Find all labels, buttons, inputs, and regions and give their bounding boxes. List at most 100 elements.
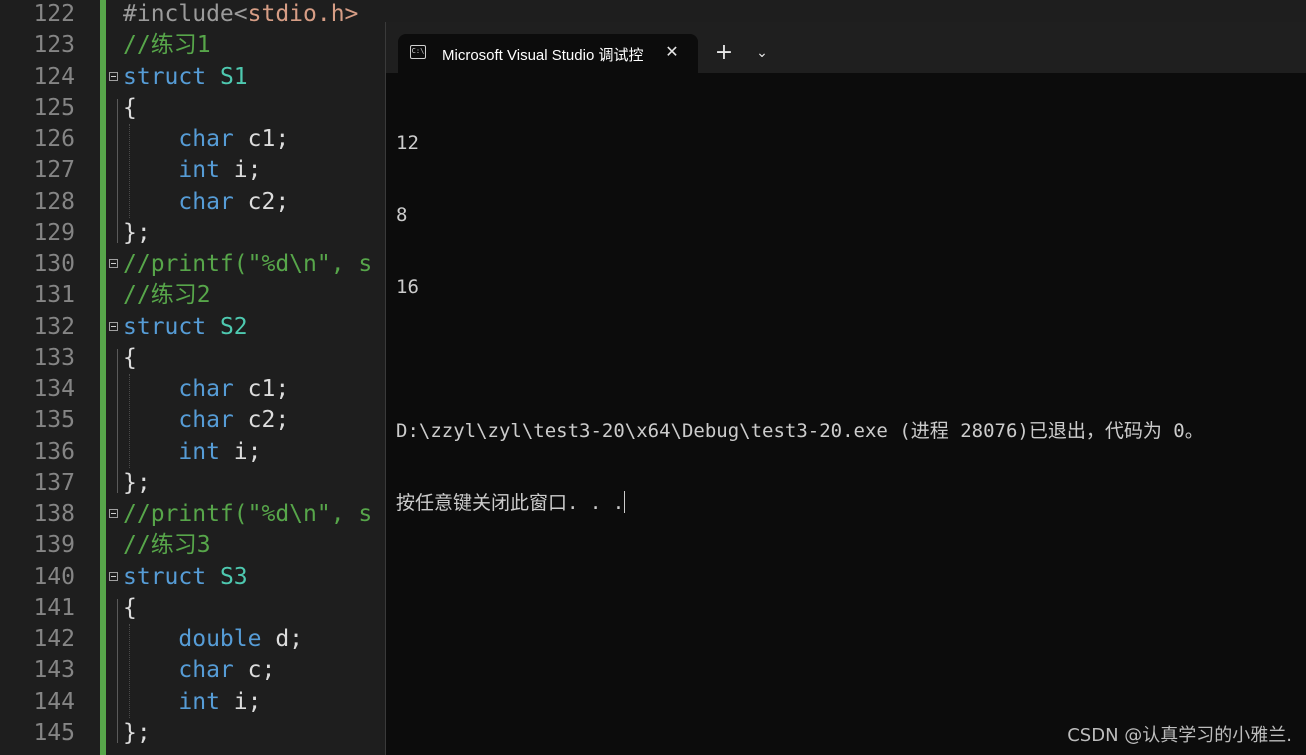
code-line[interactable]: 136 int i; — [0, 437, 400, 468]
code-line[interactable]: 123 //练习1 — [0, 30, 400, 61]
code-token: }; — [123, 219, 151, 246]
code-line[interactable]: 143 char c; — [0, 655, 400, 686]
console-output[interactable]: 12 8 16 D:\zzyl\zyl\test3-20\x64\Debug\t… — [396, 83, 1296, 563]
console-line: 8 — [396, 204, 408, 226]
terminal-tab[interactable]: C:\ Microsoft Visual Studio 调试控 ✕ — [398, 34, 698, 73]
code-line[interactable]: 140 struct S3 — [0, 562, 400, 593]
line-number: 131 — [33, 282, 75, 309]
line-number: 129 — [33, 219, 75, 246]
collapse-icon[interactable] — [109, 259, 118, 268]
code-line[interactable]: 135 char c2; — [0, 405, 400, 436]
tab-title: Microsoft Visual Studio 调试控 — [442, 47, 644, 64]
code-token: c2; — [233, 407, 290, 434]
code-line[interactable]: 129}; — [0, 218, 400, 249]
new-tab-button[interactable]: + — [712, 41, 736, 65]
code-text: char c1; — [123, 124, 289, 155]
code-line[interactable]: 138 //printf("%d\n", s — [0, 499, 400, 530]
code-token: //练习1 — [123, 32, 211, 59]
code-text: { — [123, 93, 137, 124]
code-token: char — [178, 657, 234, 684]
console-line: 16 — [396, 276, 419, 298]
code-text: char c2; — [123, 405, 289, 436]
console-prompt-line: 按任意键关闭此窗口. . . — [396, 491, 1296, 515]
code-line[interactable]: 131 //练习2 — [0, 280, 400, 311]
line-number: 141 — [33, 594, 75, 621]
code-line[interactable]: 127 int i; — [0, 155, 400, 186]
console-icon: C:\ — [410, 45, 426, 59]
code-text: char c2; — [123, 187, 289, 218]
line-number: 133 — [33, 344, 75, 371]
code-token: #include< — [123, 1, 248, 27]
collapse-icon[interactable] — [109, 509, 118, 518]
line-number: 140 — [33, 563, 75, 590]
close-icon[interactable]: ✕ — [662, 42, 682, 62]
indent-guide — [129, 124, 130, 218]
code-line[interactable]: 134 char c1; — [0, 374, 400, 405]
code-text: //printf("%d\n", s — [123, 499, 372, 530]
code-token: d; — [261, 626, 304, 652]
code-line[interactable]: 122 #include<stdio.h> — [0, 0, 400, 30]
collapse-icon[interactable] — [109, 571, 118, 581]
code-token: char — [178, 126, 234, 152]
code-token: c1; — [233, 126, 290, 152]
code-line[interactable]: 126 char c1; — [0, 124, 400, 155]
code-token: int — [178, 688, 220, 715]
line-number: 132 — [33, 313, 75, 340]
code-token: i; — [219, 688, 262, 715]
code-text: { — [123, 343, 137, 374]
collapse-icon[interactable] — [109, 71, 118, 81]
code-line[interactable]: 124 struct S1 — [0, 62, 400, 93]
indent-guide — [129, 624, 130, 718]
code-token: //printf("%d\n", s — [123, 501, 373, 527]
indent-guide — [129, 374, 130, 468]
code-token: //练习2 — [123, 282, 211, 309]
text-cursor — [624, 491, 626, 513]
code-text: char c; — [123, 655, 275, 686]
code-token: }; — [123, 469, 151, 496]
code-line[interactable]: 141 { — [0, 593, 400, 624]
code-token: S1 — [219, 63, 248, 90]
block-guide — [117, 348, 118, 493]
code-line[interactable]: 133 { — [0, 343, 400, 374]
code-line[interactable]: 132 struct S2 — [0, 312, 400, 343]
watermark: CSDN @认真学习的小雅兰. — [1067, 725, 1292, 746]
code-token: c2; — [233, 188, 290, 215]
line-number: 130 — [33, 251, 75, 277]
code-text: int i; — [123, 437, 261, 468]
code-line[interactable]: 128 char c2; — [0, 187, 400, 218]
console-line: 12 — [396, 132, 419, 154]
code-token: struct — [123, 563, 220, 590]
collapse-icon[interactable] — [109, 321, 118, 331]
code-token: char — [178, 188, 234, 215]
line-number: 122 — [33, 1, 75, 27]
code-token: i; — [219, 438, 262, 465]
code-line[interactable]: 139 //练习3 — [0, 530, 400, 561]
line-number: 144 — [33, 688, 75, 715]
code-line[interactable]: 125 { — [0, 93, 400, 124]
debug-console-window[interactable]: C:\ Microsoft Visual Studio 调试控 ✕ + ⌄ 12… — [386, 22, 1306, 755]
code-line[interactable]: 142 double d; — [0, 624, 400, 655]
code-text: }; — [123, 468, 151, 499]
code-token: //练习3 — [123, 532, 211, 559]
code-token: struct — [123, 63, 220, 90]
code-text: }; — [123, 718, 151, 749]
chevron-down-icon[interactable]: ⌄ — [750, 41, 774, 65]
code-line[interactable]: 144 int i; — [0, 687, 400, 718]
line-number: 143 — [33, 657, 75, 684]
line-number: 139 — [33, 532, 75, 559]
code-line[interactable]: 145}; — [0, 718, 400, 749]
code-text: int i; — [123, 687, 261, 718]
line-number: 135 — [33, 407, 75, 434]
line-number: 138 — [33, 501, 75, 527]
code-line[interactable]: 130 //printf("%d\n", s — [0, 249, 400, 280]
code-token: stdio.h> — [247, 1, 359, 27]
code-text: //练习3 — [123, 530, 211, 561]
code-token: char — [178, 407, 234, 434]
code-line[interactable]: 137}; — [0, 468, 400, 499]
